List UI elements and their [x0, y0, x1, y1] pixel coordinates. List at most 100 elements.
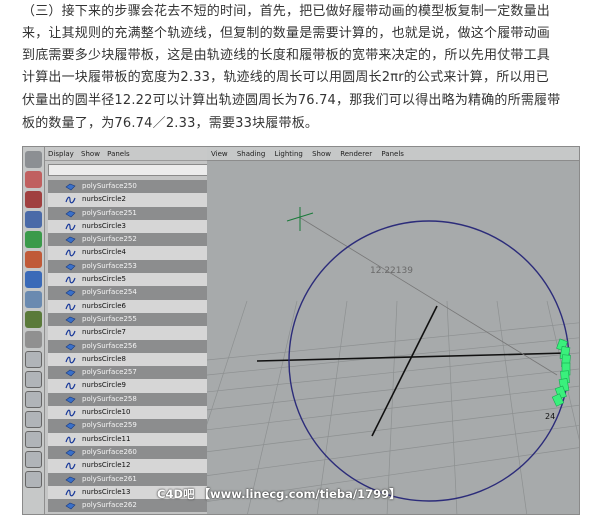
menu-renderer[interactable]: Renderer: [340, 150, 372, 158]
nurbs-curve-icon: [65, 250, 76, 257]
layout-outliner-icon[interactable]: [25, 451, 42, 468]
outliner-item-label: nurbsCircle9: [82, 381, 126, 390]
outliner-item[interactable]: polySurface252: [48, 233, 208, 247]
outliner-item[interactable]: polySurface250: [48, 180, 208, 194]
z-axis-line: [371, 305, 438, 437]
layout-single-icon[interactable]: [25, 351, 42, 368]
menu-view[interactable]: View: [211, 150, 228, 158]
outliner-item-label: polySurface261: [82, 474, 137, 483]
outliner-item[interactable]: nurbsCircle3: [48, 219, 208, 234]
nurbs-curve-icon: [65, 196, 76, 204]
rotate-tool-icon[interactable]: [25, 231, 42, 248]
outliner-item[interactable]: polySurface251: [48, 206, 208, 220]
paint-tool-icon[interactable]: [25, 191, 42, 208]
nurbs-curve-icon: [65, 329, 76, 337]
outliner-item[interactable]: polySurface256: [48, 339, 208, 353]
outliner-item[interactable]: nurbsCircle10: [48, 406, 208, 420]
outliner-item-label: nurbsCircle2: [82, 195, 126, 204]
layout-four-icon[interactable]: [25, 371, 42, 388]
layout-persp-outliner-icon[interactable]: [25, 391, 42, 408]
menu-shading[interactable]: Shading: [237, 150, 265, 158]
outliner-item-label: polySurface253: [82, 261, 137, 270]
paragraph-line: 伏量出的圆半径12.22可以计算出轨迹圆周长为76.74，那我们可以得出略为精确…: [22, 93, 561, 108]
poly-surface-icon: [65, 210, 76, 217]
outliner-item[interactable]: polySurface261: [48, 472, 208, 486]
measure-line: [298, 216, 558, 376]
outliner-filter-field[interactable]: [48, 164, 217, 176]
outliner-item[interactable]: polySurface253: [48, 259, 208, 274]
universal-manip-icon[interactable]: [25, 271, 42, 288]
soft-mod-icon[interactable]: [25, 291, 42, 308]
layout-hypershade-icon[interactable]: [25, 411, 42, 428]
measure-distance-label: 12.22139: [370, 266, 413, 276]
show-manip-icon[interactable]: [25, 311, 42, 328]
outliner-item[interactable]: nurbsCircle2: [48, 193, 208, 207]
outliner-item[interactable]: polySurface258: [48, 392, 208, 407]
poly-surface-icon: [65, 263, 76, 271]
nurbs-curve-icon: [65, 489, 76, 497]
outliner-item-label: polySurface262: [82, 501, 137, 510]
outliner-item[interactable]: nurbsCircle12: [48, 459, 208, 473]
locator-cross: [286, 207, 314, 231]
outliner-item-label: polySurface250: [82, 182, 137, 190]
paragraph-line: 板的数量了，为76.74／2.33，需要33块履带板。: [22, 116, 319, 131]
nurbs-curve-icon: [65, 303, 76, 311]
nurbs-curve-icon: [65, 409, 76, 417]
menu-panels[interactable]: Panels: [107, 150, 130, 158]
outliner-item-label: polySurface257: [82, 368, 137, 377]
outliner-item-label: polySurface258: [82, 394, 137, 403]
paragraph-line: 计算出一块履带板的宽度为2.33，轨迹线的周长可以用圆周长2πr的公式来计算，所…: [22, 70, 549, 85]
poly-surface-icon: [65, 183, 76, 191]
outliner-item-label: polySurface259: [82, 421, 137, 430]
outliner-item-label: polySurface251: [82, 208, 137, 217]
move-tool-icon[interactable]: [25, 211, 42, 228]
outliner-item[interactable]: nurbsCircle5: [48, 273, 208, 287]
outliner-item[interactable]: polySurface255: [48, 312, 208, 327]
outliner-item-label: nurbsCircle13: [82, 487, 131, 496]
outliner-item-label: nurbsCircle6: [82, 301, 126, 310]
poly-surface-icon: [65, 502, 76, 510]
watermark: C4D吧 【www.linecg.com/tieba/1799】: [157, 487, 401, 501]
poly-surface-icon: [65, 343, 76, 350]
menu-display[interactable]: Display: [48, 150, 74, 158]
poly-surface-icon: [65, 396, 76, 404]
scale-tool-icon[interactable]: [25, 251, 42, 268]
perspective-viewport[interactable]: View Shading Lighting Show Renderer Pane…: [207, 147, 579, 514]
outliner-item-label: polySurface260: [82, 447, 137, 456]
outliner-item-label: polySurface256: [82, 341, 137, 350]
layout-graph-icon[interactable]: [25, 431, 42, 448]
poly-surface-icon: [65, 316, 76, 324]
outliner-item[interactable]: nurbsCircle11: [48, 432, 208, 446]
outliner-item[interactable]: polySurface260: [48, 445, 208, 460]
last-tool-icon[interactable]: [25, 331, 42, 348]
nurbs-curve-icon: [65, 223, 76, 231]
menu-panels[interactable]: Panels: [381, 150, 404, 158]
outliner-item[interactable]: polySurface254: [48, 286, 208, 300]
select-tool-icon[interactable]: [25, 151, 42, 168]
toolbox: [23, 147, 45, 514]
vertex-number-label: 24: [545, 412, 555, 421]
outliner-item[interactable]: nurbsCircle4: [48, 246, 208, 260]
outliner-item-label: nurbsCircle4: [82, 248, 126, 257]
maya-screenshot: Display Show Panels polySurface250 nurbsC…: [22, 146, 580, 515]
outliner-item-label: nurbsCircle3: [82, 221, 126, 230]
nurbs-curve-icon: [65, 276, 76, 284]
paragraph-line: 来，让其规则的充满整个轨迹线，但复制的数量是需要计算的，也就是说，做这个履带动画: [22, 26, 551, 41]
layout-render-icon[interactable]: [25, 471, 42, 488]
outliner-item[interactable]: polySurface257: [48, 366, 208, 380]
outliner-item[interactable]: nurbsCircle6: [48, 299, 208, 313]
poly-surface-icon: [65, 369, 76, 377]
menu-show[interactable]: Show: [312, 150, 331, 158]
menu-lighting[interactable]: Lighting: [275, 150, 303, 158]
outliner-item-label: nurbsCircle8: [82, 354, 126, 363]
nurbs-curve-icon: [65, 356, 76, 364]
lasso-tool-icon[interactable]: [25, 171, 42, 188]
outliner-item[interactable]: polySurface259: [48, 419, 208, 433]
outliner-item[interactable]: nurbsCircle9: [48, 379, 208, 393]
menu-show[interactable]: Show: [81, 150, 100, 158]
outliner-item[interactable]: nurbsCircle8: [48, 352, 208, 367]
viewport-canvas: 12.22139 24: [207, 207, 579, 514]
outliner-item[interactable]: nurbsCircle7: [48, 326, 208, 340]
paragraph-line: 到底需要多少块履带板，这是由轨迹线的长度和履带板的宽带来决定的，所以先用仗带工具: [22, 48, 551, 63]
outliner-item-label: polySurface254: [82, 288, 137, 297]
